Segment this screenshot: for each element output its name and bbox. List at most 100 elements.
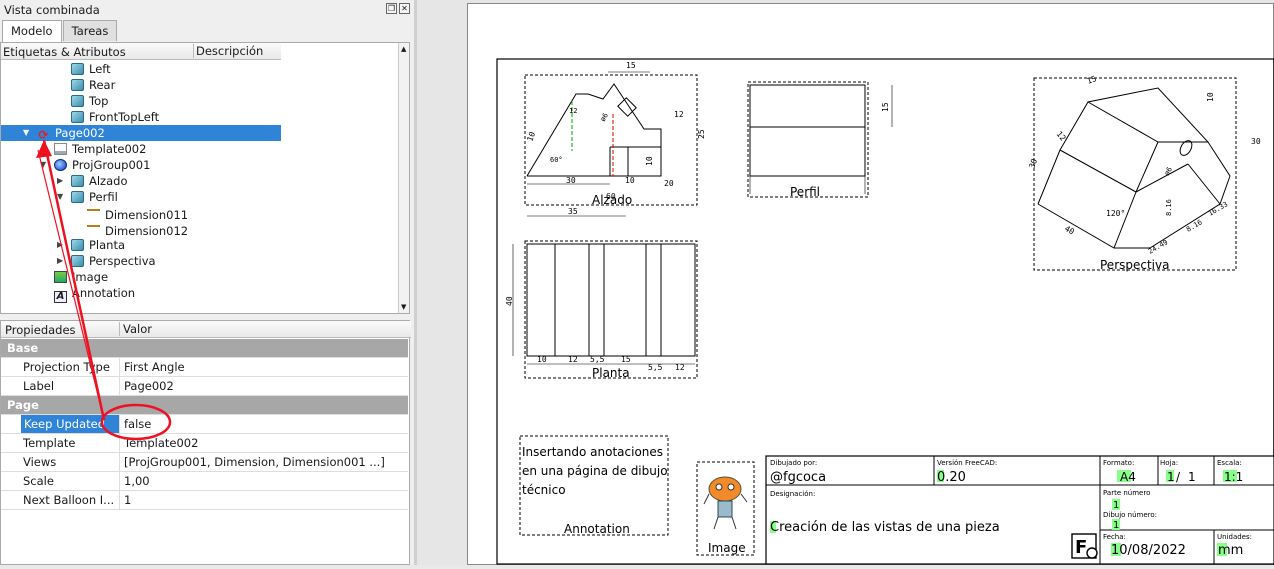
property-value[interactable]: 1: [119, 491, 408, 510]
tree-item-perfil[interactable]: Perfil: [71, 189, 118, 205]
tab-modelo[interactable]: Modelo: [2, 20, 62, 42]
property-value[interactable]: Page002: [119, 377, 408, 396]
persp-dim-120: 120°: [1106, 209, 1125, 218]
tree-item-label: Page002: [55, 126, 105, 140]
tree-scrollbar[interactable]: ▲ ▼: [398, 43, 409, 313]
tree-item-top[interactable]: Top: [71, 93, 108, 109]
property-row-projection-type[interactable]: Projection Type First Angle: [1, 358, 408, 377]
property-value[interactable]: Template002: [119, 434, 408, 453]
property-row-scale[interactable]: Scale 1,00: [1, 472, 408, 491]
tree-item-image[interactable]: Image: [54, 269, 108, 285]
annotation-line-3: técnico: [522, 483, 566, 497]
planta-label: Planta: [592, 366, 630, 380]
combo-view-panel: Vista combinada ❐ ✕ Modelo Tareas Etique…: [0, 0, 414, 565]
property-row-template[interactable]: Template Template002: [1, 434, 408, 453]
alzado-dim-10c: 10: [625, 176, 635, 185]
cube-icon: [71, 63, 84, 75]
tb-scale: 1:1: [1224, 470, 1243, 484]
tree-item-label: Alzado: [89, 174, 128, 188]
tree-item-fronttopleft[interactable]: FrontTopLeft: [71, 109, 159, 125]
persp-dim-816a: 8.16: [1165, 199, 1173, 216]
property-group-page[interactable]: Page: [1, 396, 408, 415]
alzado-dim-20: 20: [664, 179, 674, 188]
tree-item-projgroup001[interactable]: ProjGroup001: [54, 157, 150, 173]
tb-sheet-label: Hoja:: [1160, 459, 1178, 467]
tree-expander-icon[interactable]: ▼: [57, 192, 63, 201]
tab-tareas[interactable]: Tareas: [62, 20, 118, 41]
alzado-dim-12b: 12: [674, 110, 684, 119]
tree-item-label: Perspectiva: [89, 254, 156, 268]
drawing-canvas[interactable]: 15 12 12 25 10 10 60° ø6 30 60 10 20 35 …: [417, 0, 1274, 565]
tb-designation-label: Designación:: [770, 490, 815, 498]
tree-expander-icon[interactable]: ▶: [57, 240, 63, 249]
image-icon: [54, 271, 67, 283]
planta-dim-12b: 12: [675, 363, 685, 372]
tree-item-label: Annotation: [72, 286, 136, 300]
dimension-horizontal-icon: [87, 209, 100, 221]
property-row-views[interactable]: Views [ProjGroup001, Dimension, Dimension…: [1, 453, 408, 472]
tree-item-dimension011[interactable]: Dimension011: [87, 205, 188, 222]
tree-item-rear[interactable]: Rear: [71, 77, 115, 93]
alzado-view[interactable]: 15 12 12 25 10 10 60° ø6 30 60 10 20 35 …: [524, 61, 706, 217]
tree-item-perspectiva[interactable]: Perspectiva: [71, 253, 156, 269]
property-key: Scale: [23, 474, 54, 488]
property-row-next-balloon-i-[interactable]: Next Balloon I... 1: [1, 491, 408, 510]
tree-item-planta[interactable]: Planta: [71, 237, 125, 253]
tb-format-label: Formato:: [1103, 459, 1134, 467]
property-key: Next Balloon I...: [23, 493, 115, 507]
tree-expander-icon[interactable]: ▼: [40, 160, 46, 169]
property-header-name[interactable]: Propiedades: [5, 323, 76, 337]
tb-scale-label: Escala:: [1217, 459, 1242, 467]
tree-item-page002[interactable]: ⟳ Page002: [1, 125, 281, 141]
planta-view[interactable]: 40 10 12 5,5 15 5,5 12 Planta: [505, 240, 698, 380]
tree-header-labels[interactable]: Etiquetas & Atributos: [3, 45, 126, 59]
persp-dim-30a: 30: [1027, 157, 1039, 169]
tb-units-label: Unidades:: [1217, 533, 1252, 541]
model-tree[interactable]: Etiquetas & Atributos Descripción Left Re…: [0, 42, 410, 314]
planta-dim-12a: 12: [568, 355, 578, 364]
alzado-dim-12a: 12: [569, 107, 577, 115]
alzado-dim-diam: ø6: [599, 112, 610, 123]
property-row-keep-updated[interactable]: Keep Updated false: [1, 415, 408, 434]
tree-item-annotation[interactable]: A Annotation: [54, 285, 136, 303]
property-key: Views: [23, 455, 57, 469]
tree-item-template002[interactable]: Template002: [54, 141, 146, 157]
property-header-value[interactable]: Valor: [119, 322, 152, 336]
cube-icon: [71, 175, 84, 187]
cube-icon: [71, 111, 84, 123]
panel-titlebar: Vista combinada ❐ ✕: [0, 0, 414, 20]
property-group-base[interactable]: Base: [1, 339, 408, 358]
refresh-icon: ⟳: [38, 128, 49, 142]
planta-dim-15: 15: [621, 355, 631, 364]
tree-item-left[interactable]: Left: [71, 61, 111, 77]
property-value[interactable]: [ProjGroup001, Dimension, Dimension001 .…: [119, 453, 408, 472]
tree-item-alzado[interactable]: Alzado: [71, 173, 127, 189]
property-value[interactable]: 1,00: [119, 472, 408, 491]
float-icon[interactable]: ❐: [386, 3, 397, 14]
tree-header-description[interactable]: Descripción: [193, 44, 263, 58]
perspectiva-view[interactable]: 10 15 12 30 30 120° 8.16 8.16 16.33 24.4…: [1027, 74, 1260, 272]
tree-item-dimension012[interactable]: Dimension012: [87, 221, 188, 238]
planta-dim-55b: 5,5: [648, 363, 663, 372]
close-icon[interactable]: ✕: [399, 3, 410, 14]
perfil-view[interactable]: 15 Perfil: [747, 81, 893, 199]
persp-dim-1633: 16.33: [1207, 200, 1229, 217]
tree-expander-icon[interactable]: ▼: [23, 128, 29, 137]
tb-units: mm: [1218, 543, 1243, 558]
property-group-label: Page: [7, 398, 39, 412]
property-editor[interactable]: Propiedades Valor Base Projection Type Fir…: [0, 320, 411, 565]
persp-dim-diam: ø6: [1163, 166, 1174, 177]
tree-item-label: FrontTopLeft: [89, 110, 160, 124]
alzado-dim-10b: 10: [645, 156, 654, 166]
annotation-view[interactable]: Insertando anotaciones en una página de …: [519, 435, 669, 536]
property-row-label[interactable]: Label Page002: [1, 377, 408, 396]
tree-expander-icon[interactable]: ▶: [57, 256, 63, 265]
image-view[interactable]: Image: [696, 461, 755, 556]
property-value[interactable]: false: [119, 415, 408, 434]
property-value[interactable]: First Angle: [119, 358, 408, 377]
tree-expander-icon[interactable]: ▶: [57, 176, 63, 185]
tb-part: 1: [1113, 500, 1119, 511]
alzado-dim-angle: 60°: [550, 156, 563, 164]
tb-designation: Creación de las vistas de una pieza: [770, 520, 1000, 535]
annotation-label: Annotation: [564, 522, 630, 536]
